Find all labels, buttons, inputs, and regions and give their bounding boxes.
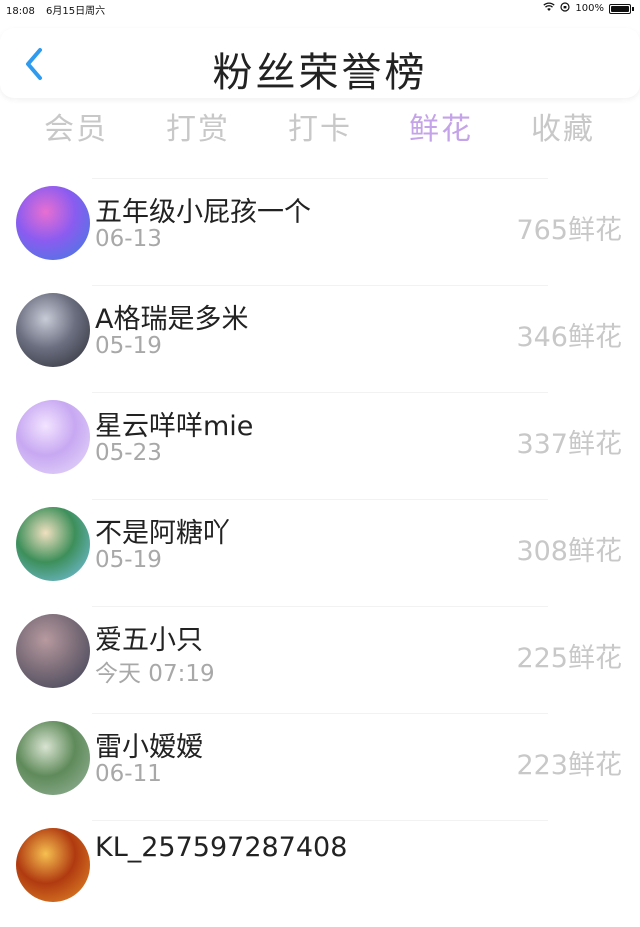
user-name: 不是阿糖吖: [95, 518, 230, 549]
flower-count: 308鲜花: [516, 536, 622, 567]
flower-count: 225鲜花: [516, 643, 622, 674]
tab-members[interactable]: 会员: [44, 104, 108, 148]
user-name: 雷小嫒嫒: [95, 732, 203, 763]
flower-count: 346鲜花: [516, 322, 622, 353]
divider: [92, 820, 548, 821]
status-bar: 18:08 6月15日周六 100%: [0, 0, 640, 17]
list-item[interactable]: 爱五小只 今天 07:19 225鲜花: [0, 606, 640, 713]
user-name: KL_257597287408: [95, 832, 348, 863]
divider: [92, 606, 548, 607]
avatar: [16, 828, 90, 902]
battery-icon: [609, 3, 631, 14]
list-item[interactable]: 雷小嫒嫒 06-11 223鲜花: [0, 713, 640, 820]
flower-count: 223鲜花: [516, 750, 622, 781]
orientation-lock-icon: [560, 2, 571, 15]
avatar: [16, 614, 90, 688]
tab-rewards[interactable]: 打赏: [166, 104, 230, 148]
user-date: 今天 07:19: [95, 661, 215, 687]
tab-bar: 会员 打赏 打卡 鲜花 收藏: [0, 104, 640, 152]
avatar: [16, 186, 90, 260]
divider: [92, 499, 548, 500]
battery-percent: 100%: [575, 3, 604, 14]
status-time: 18:08: [6, 6, 35, 17]
avatar: [16, 293, 90, 367]
user-name: A格瑞是多米: [95, 304, 249, 335]
list-item[interactable]: KL_257597287408: [0, 820, 640, 927]
flower-count: 765鲜花: [516, 215, 622, 246]
user-date: 05-19: [95, 547, 162, 573]
flower-count: 337鲜花: [516, 429, 622, 460]
tab-favorites[interactable]: 收藏: [531, 104, 595, 148]
wifi-icon: [543, 2, 556, 15]
user-date: 05-23: [95, 440, 162, 466]
list-item[interactable]: 星云咩咩mie 05-23 337鲜花: [0, 392, 640, 499]
tab-checkin[interactable]: 打卡: [288, 104, 352, 148]
battery-tip-icon: [632, 6, 634, 11]
user-date: 05-19: [95, 333, 162, 359]
divider: [92, 392, 548, 393]
avatar: [16, 400, 90, 474]
list-item[interactable]: 不是阿糖吖 05-19 308鲜花: [0, 499, 640, 606]
user-name: 星云咩咩mie: [95, 411, 254, 442]
user-date: 06-11: [95, 761, 162, 787]
tab-flowers[interactable]: 鲜花: [409, 104, 473, 148]
navigation-bar: 粉丝荣誉榜: [0, 28, 640, 98]
page-title: 粉丝荣誉榜: [212, 50, 428, 96]
list-item[interactable]: A格瑞是多米 05-19 346鲜花: [0, 285, 640, 392]
divider: [92, 713, 548, 714]
user-name: 五年级小屁孩一个: [95, 197, 311, 228]
status-date: 6月15日周六: [46, 6, 106, 17]
divider: [92, 285, 548, 286]
avatar: [16, 507, 90, 581]
avatar: [16, 721, 90, 795]
list-item[interactable]: 五年级小屁孩一个 06-13 765鲜花: [0, 178, 640, 285]
user-name: 爱五小只: [95, 625, 203, 656]
divider: [92, 178, 548, 179]
user-date: 06-13: [95, 226, 162, 252]
